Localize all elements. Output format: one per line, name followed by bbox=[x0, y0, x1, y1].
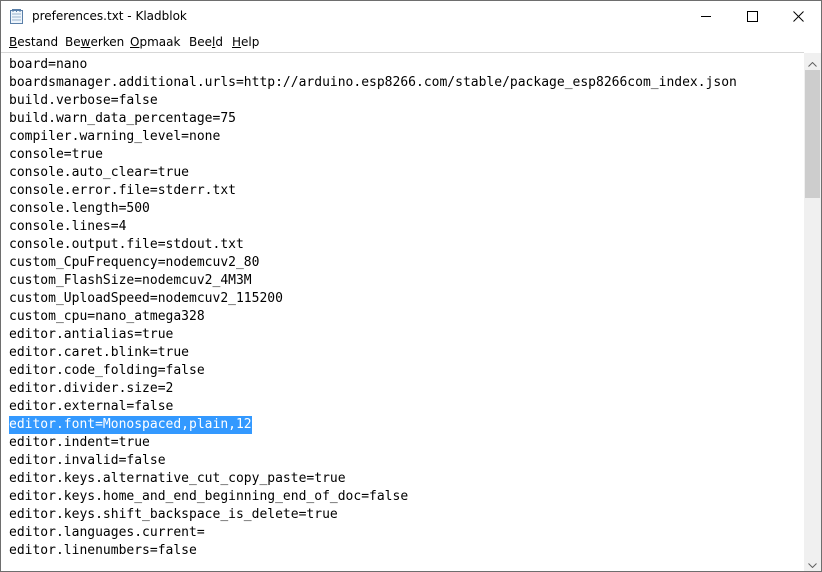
title-bar[interactable]: preferences.txt - Kladblok bbox=[1, 1, 821, 32]
vertical-scrollbar[interactable] bbox=[804, 53, 821, 571]
text-line[interactable]: build.warn_data_percentage=75 bbox=[9, 110, 737, 128]
line-text: build.verbose=false bbox=[9, 93, 158, 108]
scroll-up-button[interactable] bbox=[804, 53, 821, 70]
text-line[interactable]: custom_CpuFrequency=nodemcuv2_80 bbox=[9, 254, 737, 272]
notepad-icon bbox=[10, 9, 23, 24]
menu-beeld[interactable]: Beeld bbox=[189, 35, 223, 49]
line-text: console.auto_clear=true bbox=[9, 165, 190, 180]
text-line[interactable]: editor.antialias=true bbox=[9, 326, 737, 344]
notepad-window: preferences.txt - Kladblok Bestand Bewer… bbox=[0, 0, 822, 572]
line-text: console=true bbox=[9, 147, 103, 162]
text-line[interactable]: compiler.warning_level=none bbox=[9, 128, 737, 146]
line-text: editor.code_folding=false bbox=[9, 363, 205, 378]
line-text: editor.languages.current= bbox=[9, 525, 205, 540]
line-text: compiler.warning_level=none bbox=[9, 129, 221, 144]
line-text: custom_CpuFrequency=nodemcuv2_80 bbox=[9, 255, 260, 270]
menu-bewerken[interactable]: Bewerken bbox=[65, 35, 124, 49]
line-text: editor.invalid=false bbox=[9, 453, 166, 468]
line-text: editor.caret.blink=true bbox=[9, 345, 190, 360]
text-line[interactable]: editor.invalid=false bbox=[9, 452, 737, 470]
maximize-button[interactable] bbox=[729, 1, 775, 31]
scroll-down-arrow-icon bbox=[808, 553, 817, 571]
maximize-icon bbox=[746, 7, 758, 26]
scroll-thumb[interactable] bbox=[805, 70, 820, 198]
line-text: editor.antialias=true bbox=[9, 327, 174, 342]
text-line[interactable]: editor.keys.shift_backspace_is_delete=tr… bbox=[9, 506, 737, 524]
text-line[interactable]: console.error.file=stderr.txt bbox=[9, 182, 737, 200]
minimize-icon bbox=[700, 7, 712, 26]
line-text: custom_cpu=nano_atmega328 bbox=[9, 309, 205, 324]
text-line[interactable]: custom_cpu=nano_atmega328 bbox=[9, 308, 737, 326]
selected-text-line[interactable]: editor.font=Monospaced,plain,12 bbox=[9, 416, 737, 434]
line-text: boardsmanager.additional.urls=http://ard… bbox=[9, 75, 737, 90]
text-line[interactable]: build.verbose=false bbox=[9, 92, 737, 110]
text-line[interactable]: custom_FlashSize=nodemcuv2_4M3M bbox=[9, 272, 737, 290]
text-lines: board=nano boardsmanager.additional.urls=… bbox=[9, 56, 737, 560]
window-title: preferences.txt - Kladblok bbox=[32, 9, 187, 23]
menu-bestand[interactable]: Bestand bbox=[9, 35, 58, 49]
menu-opmaak[interactable]: Opmaak bbox=[130, 35, 180, 49]
text-line[interactable]: console.output.file=stdout.txt bbox=[9, 236, 737, 254]
text-line[interactable]: editor.keys.home_and_end_beginning_end_o… bbox=[9, 488, 737, 506]
line-text: editor.linenumbers=false bbox=[9, 543, 197, 558]
text-line[interactable]: board=nano bbox=[9, 56, 737, 74]
text-line[interactable]: editor.divider.size=2 bbox=[9, 380, 737, 398]
menu-bar: Bestand Bewerken Opmaak Beeld Help bbox=[1, 32, 821, 52]
line-text: editor.keys.shift_backspace_is_delete=tr… bbox=[9, 507, 338, 522]
close-icon bbox=[792, 7, 804, 26]
text-line[interactable]: editor.caret.blink=true bbox=[9, 344, 737, 362]
scroll-down-button[interactable] bbox=[804, 554, 821, 571]
line-text: board=nano bbox=[9, 57, 88, 72]
text-line[interactable]: custom_UploadSpeed=nodemcuv2_115200 bbox=[9, 290, 737, 308]
text-line[interactable]: editor.external=false bbox=[9, 398, 737, 416]
line-text: custom_FlashSize=nodemcuv2_4M3M bbox=[9, 273, 252, 288]
minimize-button[interactable] bbox=[683, 1, 729, 31]
text-line[interactable]: editor.indent=true bbox=[9, 434, 737, 452]
line-text: console.length=500 bbox=[9, 201, 150, 216]
text-line[interactable]: console.auto_clear=true bbox=[9, 164, 737, 182]
close-button[interactable] bbox=[775, 1, 821, 31]
line-text: editor.keys.home_and_end_beginning_end_o… bbox=[9, 489, 409, 504]
text-line[interactable]: boardsmanager.additional.urls=http://ard… bbox=[9, 74, 737, 92]
line-text: console.error.file=stderr.txt bbox=[9, 183, 236, 198]
text-line[interactable]: console=true bbox=[9, 146, 737, 164]
text-line[interactable]: editor.languages.current= bbox=[9, 524, 737, 542]
line-text: console.output.file=stdout.txt bbox=[9, 237, 244, 252]
line-text: editor.indent=true bbox=[9, 435, 150, 450]
menu-help[interactable]: Help bbox=[232, 35, 259, 49]
line-text: custom_UploadSpeed=nodemcuv2_115200 bbox=[9, 291, 283, 306]
line-text: console.lines=4 bbox=[9, 219, 127, 234]
text-line[interactable]: editor.code_folding=false bbox=[9, 362, 737, 380]
scroll-up-arrow-icon bbox=[808, 52, 817, 71]
text-line[interactable]: editor.keys.alternative_cut_copy_paste=t… bbox=[9, 470, 737, 488]
text-line[interactable]: editor.linenumbers=false bbox=[9, 542, 737, 560]
line-text: editor.external=false bbox=[9, 399, 174, 414]
line-text: build.warn_data_percentage=75 bbox=[9, 111, 236, 126]
line-text: editor.divider.size=2 bbox=[9, 381, 174, 396]
text-editor[interactable]: board=nano boardsmanager.additional.urls=… bbox=[1, 52, 804, 571]
line-text: editor.keys.alternative_cut_copy_paste=t… bbox=[9, 471, 346, 486]
line-text: editor.font=Monospaced,plain,12 bbox=[9, 416, 252, 434]
text-line[interactable]: console.length=500 bbox=[9, 200, 737, 218]
text-line[interactable]: console.lines=4 bbox=[9, 218, 737, 236]
